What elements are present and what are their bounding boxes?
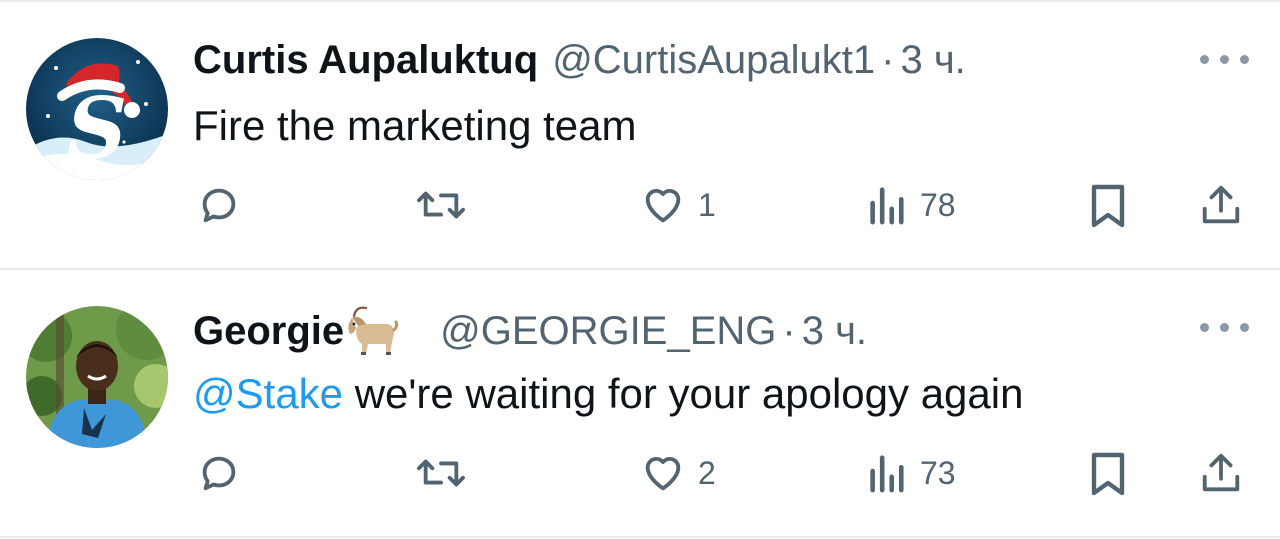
- bookmark-icon: [1091, 452, 1125, 496]
- more-icon: [1200, 55, 1209, 64]
- timestamp[interactable]: 3 ч.: [900, 38, 965, 82]
- tweet-header: Curtis Aupaluktuq @CurtisAupalukt1 · 3 ч.: [193, 36, 966, 84]
- retweet-icon: [417, 191, 465, 219]
- tweet-text: @Stake we're waiting for your apology ag…: [193, 368, 1023, 420]
- tweet-feed: S Curtis Aupaluktuq @CurtisAupalukt1 · 3 ч.…: [0, 0, 1280, 539]
- like-count: 1: [698, 187, 716, 223]
- more-icon: [1200, 323, 1209, 332]
- tweet[interactable]: Georgie @GEORGIE_ENG · 3 ч. @Stake we're w…: [0, 270, 1280, 538]
- avatar[interactable]: S: [26, 38, 168, 180]
- like-button[interactable]: 1: [640, 182, 716, 228]
- reply-icon: [202, 456, 236, 491]
- tweet-header: Georgie @GEORGIE_ENG · 3 ч.: [193, 304, 867, 367]
- bookmark-button[interactable]: [1086, 182, 1130, 230]
- divider: [0, 536, 1280, 538]
- separator-dot: ·: [782, 309, 796, 353]
- view-count: 78: [920, 187, 956, 223]
- tweet-text: Fire the marketing team: [193, 102, 637, 149]
- santa-hat-s-logo-icon: S: [26, 38, 168, 180]
- author-handle[interactable]: @GEORGIE_ENG: [440, 309, 776, 353]
- bookmark-button[interactable]: [1086, 450, 1130, 498]
- reply-icon: [202, 188, 236, 223]
- reply-button[interactable]: [196, 182, 242, 228]
- heart-icon: [645, 456, 681, 491]
- views-button[interactable]: 73: [866, 452, 956, 494]
- author-name[interactable]: Georgie: [193, 309, 344, 353]
- author-name[interactable]: Curtis Aupaluktuq: [193, 38, 538, 82]
- more-icon-dot: [1240, 55, 1249, 64]
- like-count: 2: [698, 455, 716, 491]
- tweet-text-content: we're waiting for your apology again: [343, 370, 1024, 417]
- view-count: 73: [920, 455, 956, 491]
- retweet-button[interactable]: [414, 182, 468, 228]
- more-icon-dot: [1240, 323, 1249, 332]
- more-options-button[interactable]: [1200, 50, 1250, 70]
- retweet-icon: [417, 459, 465, 487]
- user-photo-icon: [26, 306, 168, 448]
- more-options-button[interactable]: [1200, 318, 1250, 338]
- views-icon: [870, 455, 904, 493]
- separator-dot: ·: [881, 38, 895, 82]
- more-icon-dot: [1220, 323, 1229, 332]
- share-button[interactable]: [1198, 450, 1244, 496]
- share-icon: [1202, 185, 1240, 224]
- views-icon: [870, 187, 904, 225]
- like-button[interactable]: 2: [640, 450, 716, 496]
- reply-button[interactable]: [196, 450, 242, 496]
- bookmark-icon: [1091, 184, 1125, 228]
- svg-text:S: S: [67, 79, 128, 178]
- heart-icon: [645, 188, 681, 223]
- share-icon: [1202, 453, 1240, 492]
- timestamp[interactable]: 3 ч.: [802, 309, 867, 353]
- author-handle[interactable]: @CurtisAupalukt1: [552, 38, 875, 82]
- goat-icon: [346, 304, 400, 367]
- more-icon-dot: [1220, 55, 1229, 64]
- retweet-button[interactable]: [414, 450, 468, 496]
- avatar[interactable]: [26, 306, 168, 448]
- views-button[interactable]: 78: [866, 184, 956, 226]
- tweet[interactable]: S Curtis Aupaluktuq @CurtisAupalukt1 · 3 ч.…: [0, 0, 1280, 268]
- mention-link[interactable]: @Stake: [193, 370, 343, 417]
- share-button[interactable]: [1198, 182, 1244, 228]
